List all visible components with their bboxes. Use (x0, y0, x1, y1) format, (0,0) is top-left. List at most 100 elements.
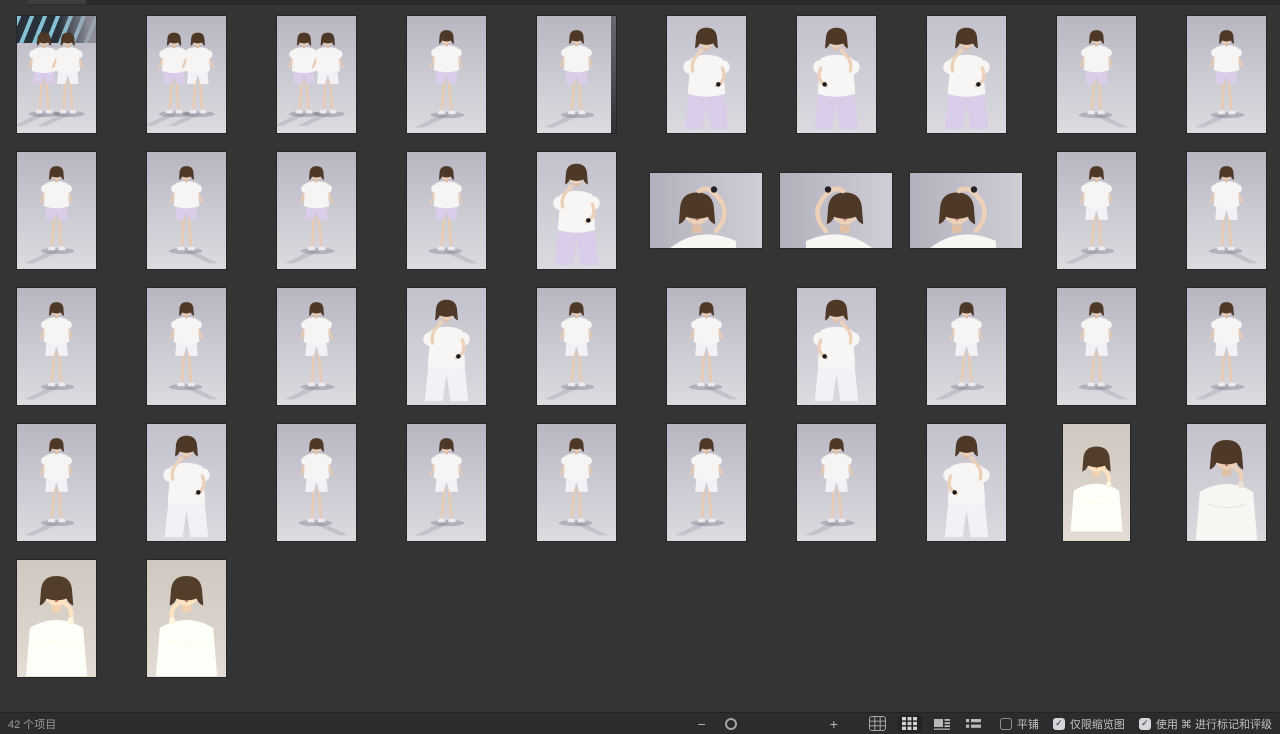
tile-checkbox-group[interactable]: 平铺 (1000, 716, 1039, 732)
photo-thumbnail[interactable] (537, 152, 616, 269)
photo-thumbnail[interactable] (927, 288, 1006, 405)
photo-thumbnail[interactable] (407, 152, 486, 269)
photo-thumbnail[interactable] (537, 424, 616, 541)
photo-thumbnail[interactable] (147, 560, 226, 677)
grid-cell (121, 424, 251, 560)
photo-thumbnail[interactable] (17, 424, 96, 541)
photo-thumbnail[interactable] (277, 152, 356, 269)
grid-cell (251, 152, 381, 288)
photo-thumbnail[interactable] (1187, 424, 1266, 541)
grid-cell (121, 288, 251, 424)
photo-thumbnail[interactable] (797, 424, 876, 541)
photo-thumbnail[interactable] (780, 173, 892, 248)
zoom-in-button[interactable]: + (826, 717, 842, 731)
grid-cell (0, 424, 121, 560)
backdrop-edge (611, 16, 616, 133)
photo-thumbnail[interactable] (650, 173, 762, 248)
grid-outline-icon[interactable] (866, 715, 890, 733)
grid-cell (641, 288, 771, 424)
model-figure (1057, 288, 1136, 405)
photo-thumbnail[interactable] (17, 16, 96, 133)
photo-thumbnail[interactable] (1057, 288, 1136, 405)
photo-thumbnail[interactable] (667, 288, 746, 405)
photo-thumbnail[interactable] (1057, 16, 1136, 133)
list-view-icon[interactable] (962, 715, 986, 733)
model-figure (537, 288, 616, 405)
cmd-rating-checkbox[interactable]: ✓ (1139, 718, 1151, 730)
grid-cell (1161, 424, 1280, 560)
model-figure (537, 152, 616, 269)
model-figure (17, 288, 96, 405)
grid-cell (1161, 152, 1280, 288)
photo-thumbnail[interactable] (1187, 288, 1266, 405)
photo-thumbnail[interactable] (1187, 152, 1266, 269)
model-figure (1187, 424, 1266, 541)
photo-thumbnail[interactable] (277, 424, 356, 541)
content-view-icon[interactable] (930, 715, 954, 733)
photo-thumbnail[interactable] (407, 424, 486, 541)
photo-thumbnail[interactable] (927, 424, 1006, 541)
photo-thumbnail[interactable] (17, 288, 96, 405)
photo-thumbnail[interactable] (1187, 16, 1266, 133)
photo-thumbnail[interactable] (797, 16, 876, 133)
photo-thumbnail[interactable] (537, 16, 616, 133)
thumbnail-size-slider[interactable] (712, 714, 824, 734)
grid-cell (771, 16, 901, 152)
grid-cell (0, 288, 121, 424)
grid-cell (511, 288, 641, 424)
model-figure (147, 16, 226, 133)
grid-cell (0, 152, 121, 288)
photo-thumbnail[interactable] (797, 288, 876, 405)
status-bar-controls: − + (694, 714, 1273, 734)
model-figure (147, 152, 226, 269)
grid-cell (1161, 288, 1280, 424)
model-figure (277, 288, 356, 405)
photo-thumbnail[interactable] (147, 16, 226, 133)
grid-cell (121, 560, 251, 696)
grid-cell (1161, 16, 1280, 152)
photo-thumbnail[interactable] (147, 424, 226, 541)
grid-cell (641, 424, 771, 560)
tile-checkbox-label: 平铺 (1017, 716, 1039, 732)
model-figure (927, 424, 1006, 541)
grid-filled-icon[interactable] (898, 715, 922, 733)
photo-thumbnail[interactable] (17, 560, 96, 677)
model-figure (1187, 288, 1266, 405)
grid-cell (1031, 16, 1161, 152)
model-figure (537, 424, 616, 541)
model-figure (407, 424, 486, 541)
photo-thumbnail[interactable] (537, 288, 616, 405)
photo-thumbnail[interactable] (277, 16, 356, 133)
grid-cell (251, 424, 381, 560)
grid-cell (1031, 424, 1161, 560)
model-figure (17, 560, 96, 677)
cmd-rating-checkbox-group[interactable]: ✓ 使用 ⌘ 进行标记和评级 (1139, 716, 1272, 732)
photo-thumbnail[interactable] (1057, 152, 1136, 269)
photo-thumbnail[interactable] (927, 16, 1006, 133)
photo-thumbnail[interactable] (277, 288, 356, 405)
zoom-out-button[interactable]: − (694, 717, 710, 731)
photo-thumbnail[interactable] (407, 16, 486, 133)
photo-thumbnail[interactable] (147, 152, 226, 269)
grid-cell (381, 16, 511, 152)
thumbnails-only-checkbox[interactable]: ✓ (1053, 718, 1065, 730)
model-figure (17, 424, 96, 541)
photo-thumbnail[interactable] (17, 152, 96, 269)
cmd-rating-checkbox-label: 使用 ⌘ 进行标记和评级 (1156, 716, 1272, 732)
photo-thumbnail[interactable] (1063, 424, 1130, 541)
tile-checkbox[interactable] (1000, 718, 1012, 730)
photo-thumbnail[interactable] (910, 173, 1022, 248)
model-figure (667, 16, 746, 133)
thumbnails-only-checkbox-group[interactable]: ✓ 仅限缩览图 (1053, 716, 1125, 732)
photo-thumbnail[interactable] (147, 288, 226, 405)
model-figure (17, 16, 96, 133)
thumbnails-only-checkbox-label: 仅限缩览图 (1070, 716, 1125, 732)
model-figure (407, 152, 486, 269)
photo-thumbnail[interactable] (667, 424, 746, 541)
grid-cell (901, 424, 1031, 560)
grid-cell (1031, 288, 1161, 424)
photo-thumbnail[interactable] (667, 16, 746, 133)
slider-knob[interactable] (725, 718, 737, 730)
model-figure (797, 424, 876, 541)
photo-thumbnail[interactable] (407, 288, 486, 405)
